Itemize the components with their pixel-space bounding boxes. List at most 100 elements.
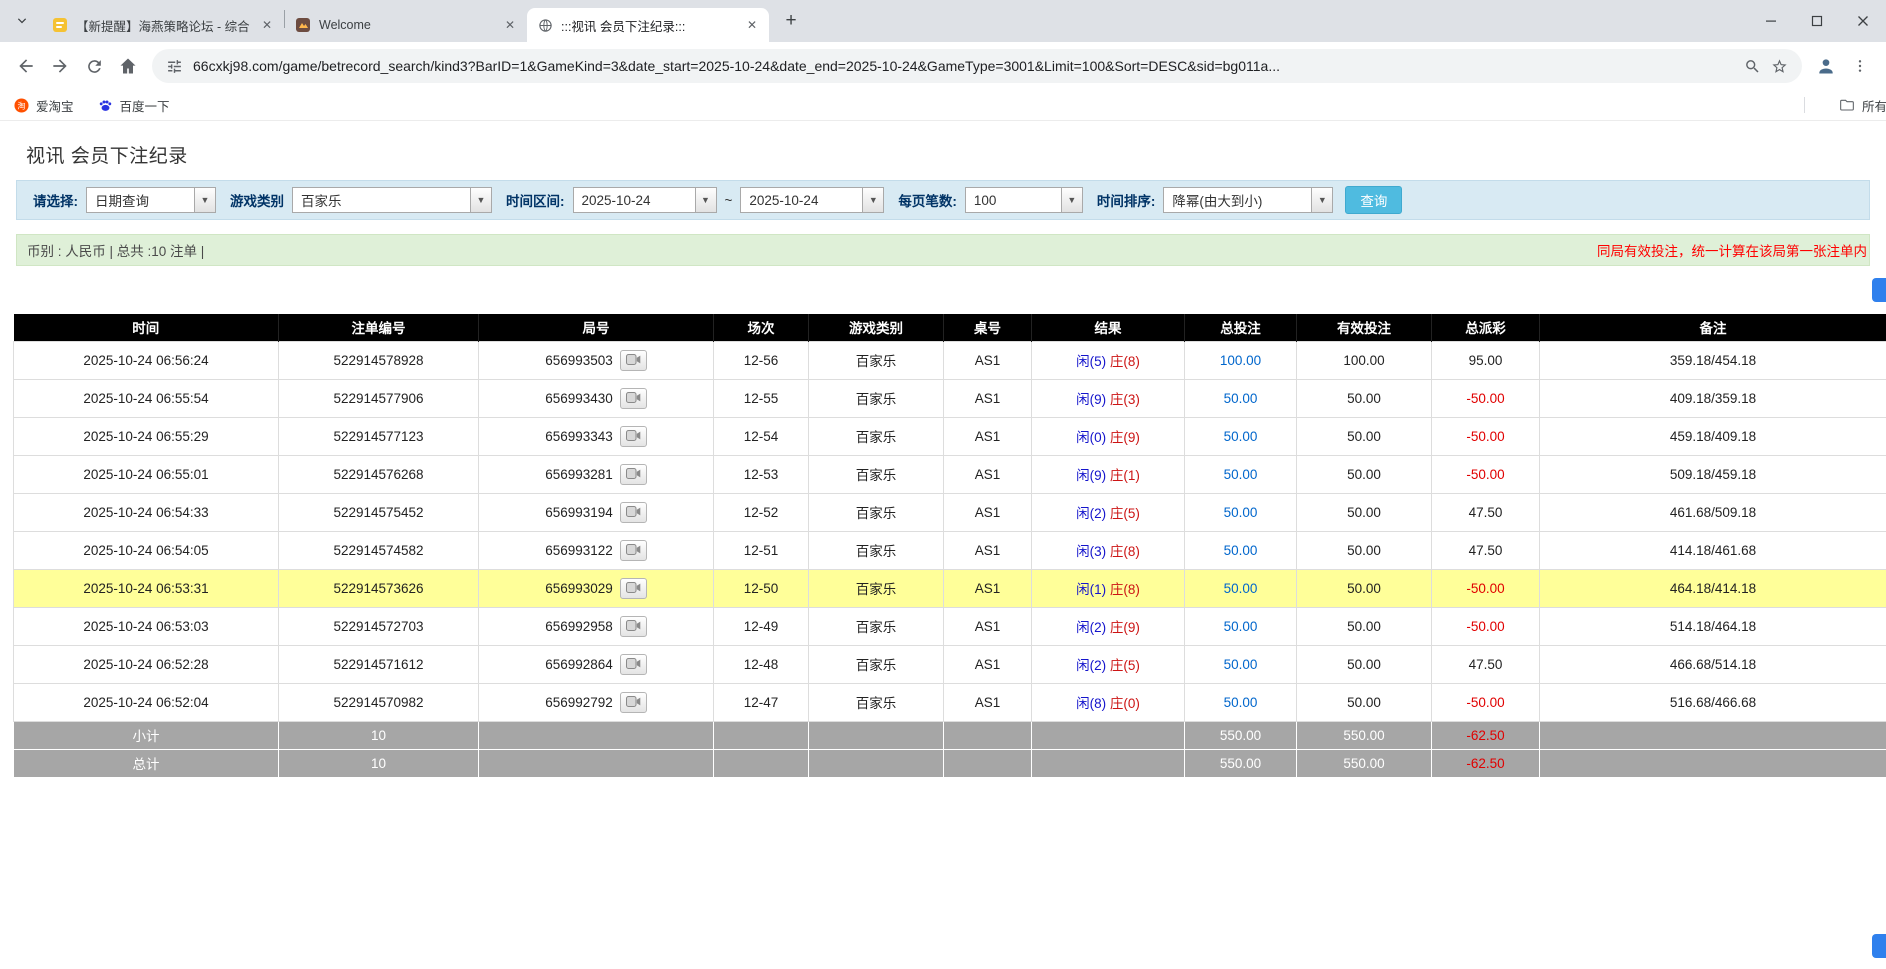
game-type-select[interactable]: 百家乐 ▼ [292,187,492,213]
tab-close-icon[interactable]: ✕ [743,16,761,34]
cell-total-bet: 50.00 [1185,379,1297,417]
floating-widget-bottom[interactable] [1872,934,1886,958]
three-dots-icon [1852,58,1868,74]
video-replay-button[interactable] [620,578,647,599]
total-bet-link[interactable]: 50.00 [1224,505,1258,520]
tab-title: :::视讯 会员下注纪录::: [561,16,735,35]
player-result: 闲(2) [1076,658,1106,673]
total-bet-link[interactable]: 50.00 [1224,657,1258,672]
home-button[interactable] [112,50,144,82]
back-button[interactable] [10,50,42,82]
query-type-select[interactable]: 日期查询 ▼ [86,187,216,213]
browser-menu-button[interactable] [1844,50,1876,82]
footer-total-bet: 550.00 [1185,721,1297,749]
table-footer-row: 总计10550.00550.00-62.50 [14,749,1886,777]
minimize-button[interactable] [1748,0,1794,42]
cell-bet-id: 522914574582 [279,531,479,569]
total-bet-link[interactable]: 50.00 [1224,543,1258,558]
video-replay-button[interactable] [620,426,647,447]
total-bet-link[interactable]: 50.00 [1224,429,1258,444]
browser-window: 【新提醒】海燕策略论坛 - 综合... ✕ Welcome ✕ :::视讯 会员… [0,0,1886,969]
cell-time: 2025-10-24 06:55:29 [14,417,279,455]
table-header-row: 时间注单编号局号场次游戏类别桌号结果总投注有效投注总派彩备注 [14,314,1886,341]
date-end-input[interactable]: 2025-10-24 ▼ [740,187,884,213]
chevron-down-icon[interactable]: ▼ [695,187,717,213]
profile-avatar[interactable] [1810,50,1842,82]
cell-table-no: AS1 [944,645,1032,683]
column-header: 备注 [1540,314,1886,341]
all-bookmarks-button[interactable]: 所有书签 [1829,96,1886,115]
total-bet-link[interactable]: 50.00 [1224,581,1258,596]
sort-select[interactable]: 降幂(由大到小) ▼ [1163,187,1333,213]
maximize-button[interactable] [1794,0,1840,42]
tab-close-icon[interactable]: ✕ [501,16,519,34]
validity-note-text: 同局有效投注，统一计算在该局第一张注单内 [1597,240,1867,260]
close-window-button[interactable] [1840,0,1886,42]
chevron-down-icon[interactable]: ▼ [1311,187,1333,213]
cell-session: 12-48 [714,645,809,683]
site-settings-icon[interactable] [166,58,183,75]
tab-forum[interactable]: 【新提醒】海燕策略论坛 - 综合... ✕ [42,8,284,42]
video-replay-button[interactable] [620,464,647,485]
cell-round: 656992864 [479,645,714,683]
date-start-input[interactable]: 2025-10-24 ▼ [573,187,717,213]
round-number: 656992864 [545,657,613,672]
select-type-label: 请选择: [33,190,78,210]
cell-result: 闲(3) 庄(8) [1032,531,1185,569]
total-bet-link[interactable]: 100.00 [1220,353,1261,368]
tab-search-button[interactable] [8,7,36,35]
cell-time: 2025-10-24 06:53:03 [14,607,279,645]
bookmark-star-icon[interactable] [1771,58,1788,75]
refresh-button[interactable] [78,50,110,82]
footer-label: 小计 [14,721,279,749]
cell-round: 656993503 [479,341,714,379]
chevron-down-icon[interactable]: ▼ [470,187,492,213]
cell-session: 12-51 [714,531,809,569]
video-replay-button[interactable] [620,502,647,523]
video-replay-button[interactable] [620,388,647,409]
total-bet-link[interactable]: 50.00 [1224,391,1258,406]
search-button[interactable]: 查询 [1345,186,1402,214]
new-tab-button[interactable]: + [777,7,805,35]
tab-bet-records[interactable]: :::视讯 会员下注纪录::: ✕ [527,8,769,42]
zoom-indicator-icon[interactable] [1744,58,1761,75]
footer-count: 10 [279,749,479,777]
column-header: 游戏类别 [809,314,944,341]
table-footer-row: 小计10550.00550.00-62.50 [14,721,1886,749]
cell-time: 2025-10-24 06:54:05 [14,531,279,569]
per-page-select[interactable]: 100 ▼ [965,187,1083,213]
footer-payout: -62.50 [1432,721,1540,749]
video-replay-button[interactable] [620,654,647,675]
total-bet-link[interactable]: 50.00 [1224,467,1258,482]
video-replay-button[interactable] [620,692,647,713]
video-replay-button[interactable] [620,540,647,561]
cell-remark: 466.68/514.18 [1540,645,1886,683]
cell-bet-id: 522914575452 [279,493,479,531]
address-bar[interactable]: 66cxkj98.com/game/betrecord_search/kind3… [152,49,1802,83]
bookmark-baidu[interactable]: 百度一下 [98,96,170,115]
video-replay-button[interactable] [620,350,647,371]
video-replay-button[interactable] [620,616,647,637]
window-controls [1748,0,1886,42]
cell-remark: 459.18/409.18 [1540,417,1886,455]
cell-bet-id: 522914572703 [279,607,479,645]
cell-valid-bet: 50.00 [1297,683,1432,721]
player-result: 闲(3) [1076,544,1106,559]
per-page-value: 100 [965,187,1061,213]
chevron-down-icon[interactable]: ▼ [194,187,216,213]
total-bet-link[interactable]: 50.00 [1224,695,1258,710]
forum-favicon-icon [52,17,68,33]
url-text[interactable]: 66cxkj98.com/game/betrecord_search/kind3… [193,58,1734,74]
cell-remark: 464.18/414.18 [1540,569,1886,607]
chevron-down-icon[interactable]: ▼ [1061,187,1083,213]
forward-button[interactable] [44,50,76,82]
bookmark-taobao[interactable]: 淘 爱淘宝 [14,96,74,115]
tab-welcome[interactable]: Welcome ✕ [285,8,527,42]
bet-table-footer: 小计10550.00550.00-62.50总计10550.00550.00-6… [14,721,1886,777]
cell-valid-bet: 50.00 [1297,607,1432,645]
floating-widget-top[interactable] [1872,278,1886,302]
chevron-down-icon[interactable]: ▼ [862,187,884,213]
all-bookmarks-label: 所有书签 [1862,96,1886,115]
tab-close-icon[interactable]: ✕ [258,16,276,34]
total-bet-link[interactable]: 50.00 [1224,619,1258,634]
